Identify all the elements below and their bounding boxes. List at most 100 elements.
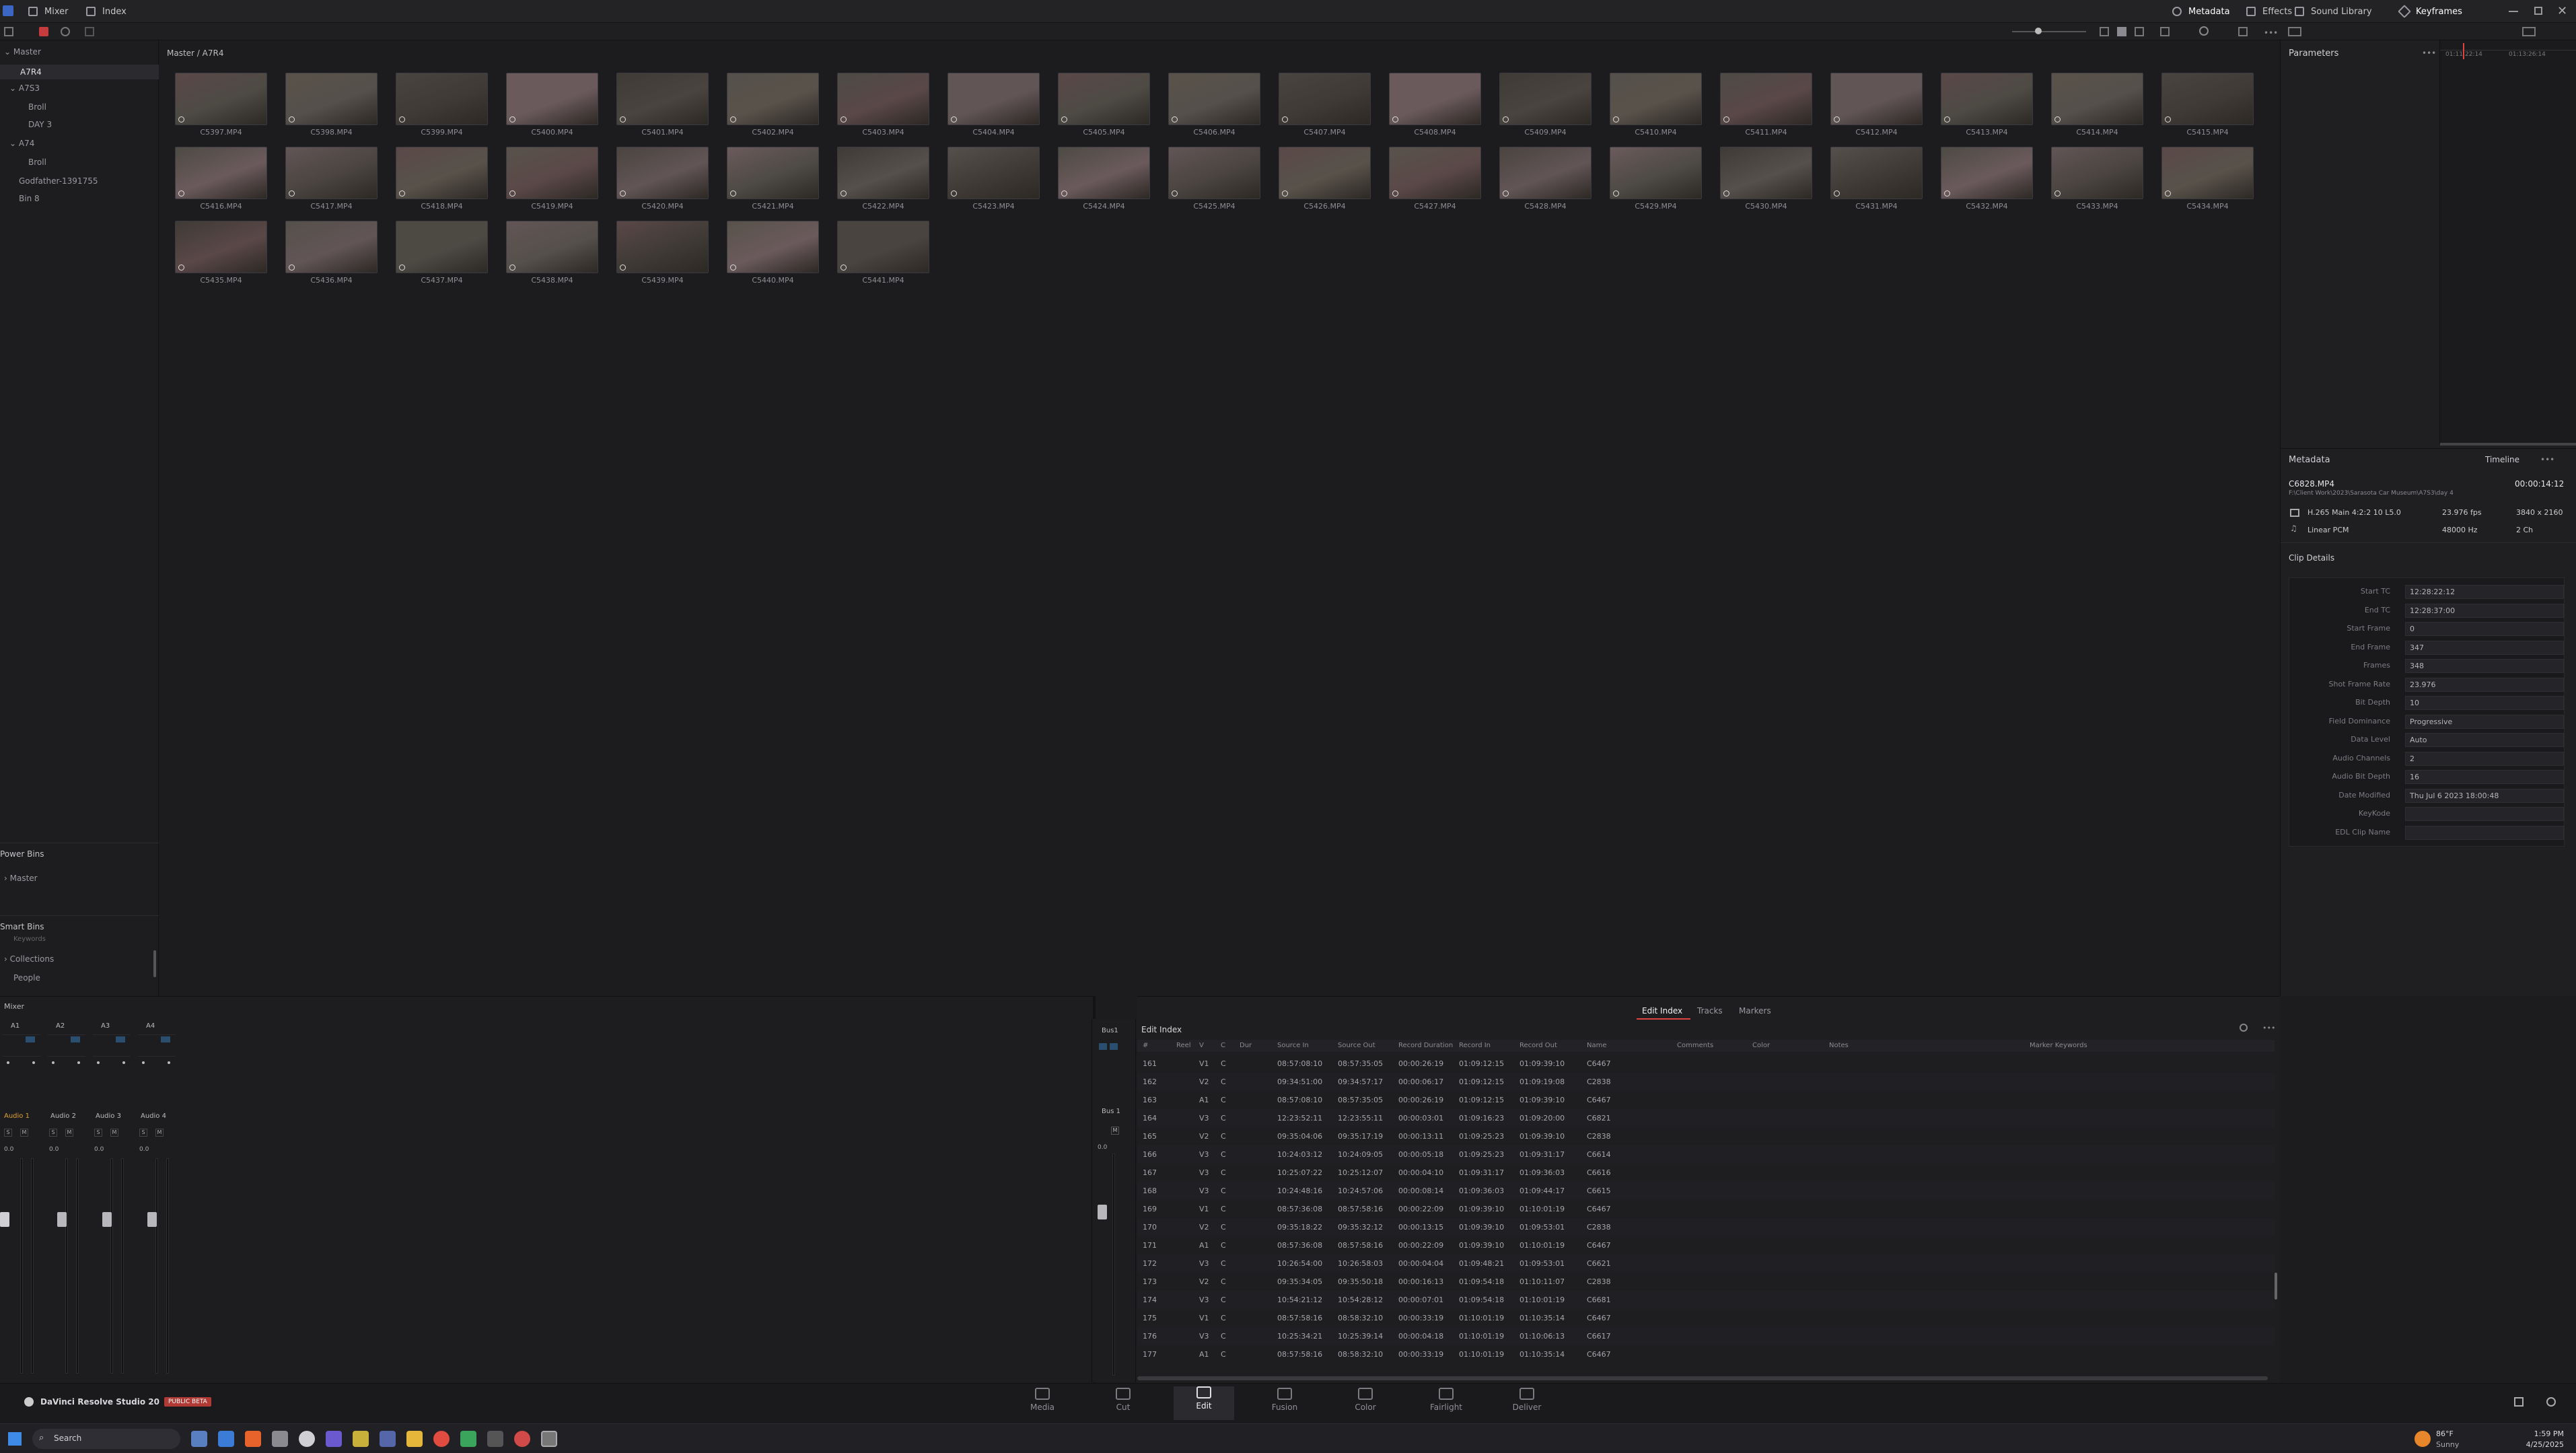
metadata-toggle-button[interactable]: Metadata [2172, 0, 2230, 23]
eq-chip[interactable] [26, 1036, 35, 1042]
detail-value-field[interactable]: 347 [2405, 640, 2564, 655]
column-header[interactable]: V [1199, 1042, 1204, 1049]
fader-knob[interactable] [102, 1212, 112, 1227]
clip-thumbnail[interactable]: C5419.MP4 [506, 147, 598, 214]
column-header[interactable]: Name [1587, 1042, 1607, 1049]
column-header[interactable]: Record Duration [1398, 1042, 1453, 1049]
taskbar-app-icon[interactable] [272, 1431, 288, 1447]
column-header[interactable]: Notes [1829, 1042, 1849, 1049]
table-row[interactable]: 173 V2 C 09:35:34:05 09:35:50:18 00:00:16:13 0… [1137, 1273, 2275, 1291]
table-row[interactable]: 161 V1 C 08:57:08:10 08:57:35:05 00:00:26:19 0… [1137, 1055, 2275, 1073]
fader-knob[interactable] [147, 1212, 157, 1227]
mute-button[interactable]: M [155, 1129, 164, 1137]
windows-start-icon[interactable] [8, 1432, 22, 1446]
solo-button[interactable]: S [49, 1129, 57, 1137]
sync-icon[interactable] [61, 27, 70, 36]
panel-layout-icon[interactable] [4, 27, 13, 36]
task-view-icon[interactable] [191, 1431, 207, 1447]
edit-index-vscrollbar[interactable] [2275, 1273, 2277, 1300]
column-header[interactable]: Reel [1176, 1042, 1191, 1049]
thumbnail-size-slider[interactable] [2012, 31, 2086, 32]
detail-value-field[interactable]: Progressive [2405, 714, 2564, 729]
effects-toggle-button[interactable]: Effects [2246, 0, 2292, 23]
fader-knob[interactable] [0, 1212, 9, 1227]
table-row[interactable]: 168 V3 C 10:24:48:16 10:24:57:06 00:00:08:14 0… [1137, 1182, 2275, 1200]
taskbar-app-icon[interactable] [218, 1431, 234, 1447]
clip-thumbnail[interactable]: C5428.MP4 [1499, 147, 1591, 214]
clip-thumbnail[interactable]: C5429.MP4 [1610, 147, 1702, 214]
tab-edit-index[interactable]: Edit Index [1642, 1006, 1682, 1016]
clip-thumbnail[interactable]: C5402.MP4 [727, 73, 819, 140]
eq-chip[interactable] [116, 1036, 125, 1042]
detail-value-field[interactable]: Thu Jul 6 2023 18:00:48 [2405, 788, 2564, 803]
table-row[interactable]: 177 A1 C 08:57:58:16 08:58:32:10 00:00:33:19 0… [1137, 1345, 2275, 1363]
page-button-cut[interactable]: Cut [1100, 1388, 1147, 1412]
clip-thumbnail[interactable]: C5400.MP4 [506, 73, 598, 140]
clip-thumbnail[interactable]: C5422.MP4 [837, 147, 929, 214]
playhead[interactable] [2463, 43, 2464, 59]
pan-indicator[interactable] [122, 1061, 125, 1064]
clip-thumbnail[interactable]: C5431.MP4 [1830, 147, 1923, 214]
clip-thumbnail[interactable]: C5430.MP4 [1720, 147, 1812, 214]
chrome-icon[interactable] [433, 1431, 450, 1447]
detail-value-field[interactable]: 12:28:37:00 [2405, 603, 2564, 618]
clip-thumbnail[interactable]: C5405.MP4 [1058, 73, 1150, 140]
detail-value-field[interactable] [2405, 807, 2564, 821]
file-explorer-icon[interactable] [406, 1431, 423, 1447]
mute-button[interactable]: M [110, 1129, 118, 1137]
column-header[interactable]: Dur [1240, 1042, 1252, 1049]
clip-thumbnail[interactable]: C5398.MP4 [285, 73, 378, 140]
taskbar-app-icon[interactable] [326, 1431, 342, 1447]
clip-thumbnail[interactable]: C5414.MP4 [2051, 73, 2143, 140]
clip-thumbnail[interactable]: C5434.MP4 [2161, 147, 2254, 214]
page-button-fairlight[interactable]: Fairlight [1423, 1388, 1470, 1412]
eq-chip[interactable] [161, 1036, 170, 1042]
detail-value-field[interactable]: Auto [2405, 733, 2564, 747]
home-icon[interactable] [2514, 1397, 2524, 1407]
taskbar-app-icon[interactable] [487, 1431, 503, 1447]
keyframe-scrollbar[interactable] [2440, 443, 2576, 446]
clip-thumbnail[interactable]: C5409.MP4 [1499, 73, 1591, 140]
clip-thumbnail[interactable]: C5421.MP4 [727, 147, 819, 214]
parameters-more-icon[interactable]: ••• [2422, 48, 2436, 58]
page-button-edit[interactable]: Edit [1174, 1386, 1234, 1420]
thumbnail-size-knob[interactable] [2035, 28, 2042, 34]
column-header[interactable]: Record Out [1519, 1042, 1557, 1049]
detail-value-field[interactable]: 0 [2405, 622, 2564, 636]
bin-item-broll[interactable]: Broll [28, 102, 46, 112]
minimize-window-icon[interactable] [2509, 11, 2518, 12]
taskbar-app-icon[interactable] [299, 1431, 315, 1447]
pan-indicator[interactable] [32, 1061, 35, 1064]
pan-indicator[interactable] [168, 1061, 170, 1064]
taskbar-search-box[interactable]: ⌕ Search [32, 1429, 180, 1449]
clip-thumbnail[interactable]: C5426.MP4 [1279, 147, 1371, 214]
import-icon[interactable] [85, 27, 94, 36]
search-icon[interactable] [2199, 26, 2209, 36]
clip-thumbnail[interactable]: C5406.MP4 [1168, 73, 1260, 140]
clip-thumbnail[interactable]: C5408.MP4 [1389, 73, 1481, 140]
mute-button[interactable]: M [65, 1129, 73, 1137]
clip-thumbnail[interactable]: C5438.MP4 [506, 221, 598, 288]
keyframe-editor[interactable]: 01:11:22:14 01:13:26:14 [2439, 40, 2576, 446]
maximize-window-icon[interactable] [2534, 7, 2542, 15]
keyframe-layout-icon[interactable] [2522, 27, 2536, 36]
fader-track[interactable] [20, 1158, 23, 1374]
column-header[interactable]: Color [1752, 1042, 1770, 1049]
table-row[interactable]: 176 V3 C 10:25:34:21 10:25:39:14 00:00:04:18 0… [1137, 1327, 2275, 1345]
bin-item-a7s3[interactable]: ⌄ A7S3 [9, 83, 40, 93]
settings-gear-icon[interactable] [2546, 1397, 2556, 1407]
column-header[interactable]: Comments [1677, 1042, 1713, 1049]
smart-bin-collections[interactable]: › Collections [4, 954, 54, 964]
table-row[interactable]: 174 V3 C 10:54:21:12 10:54:28:12 00:00:07:01 0… [1137, 1291, 2275, 1309]
clip-thumbnail[interactable]: C5420.MP4 [616, 147, 709, 214]
page-button-deliver[interactable]: Deliver [1503, 1388, 1550, 1412]
page-button-color[interactable]: Color [1342, 1388, 1389, 1412]
clip-thumbnail[interactable]: C5397.MP4 [175, 73, 267, 140]
fader-knob[interactable] [57, 1212, 67, 1227]
clip-thumbnail[interactable]: C5432.MP4 [1941, 147, 2033, 214]
clip-thumbnail[interactable]: C5416.MP4 [175, 147, 267, 214]
clip-thumbnail[interactable]: C5440.MP4 [727, 221, 819, 288]
table-row[interactable]: 172 V3 C 10:26:54:00 10:26:58:03 00:00:04:04 0… [1137, 1254, 2275, 1273]
pan-indicator[interactable] [142, 1061, 145, 1064]
detail-value-field[interactable]: 23.976 [2405, 677, 2564, 692]
